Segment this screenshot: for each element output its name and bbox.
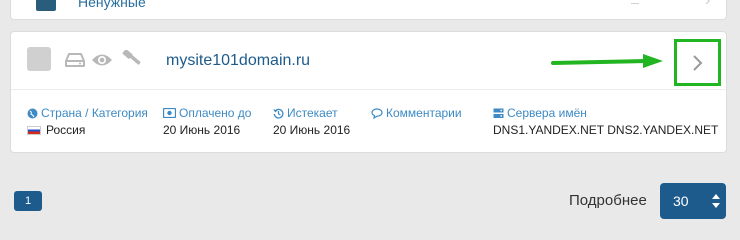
chevron-right-icon xyxy=(692,54,702,71)
previous-domain-card: Ненужные › xyxy=(10,0,727,20)
globe-icon xyxy=(27,108,38,118)
select-checkbox[interactable] xyxy=(27,47,51,71)
status-mark-icon xyxy=(631,0,639,4)
chevron-right-icon[interactable]: › xyxy=(705,0,710,10)
history-icon xyxy=(273,108,284,119)
expires-field: Истекает 20 Июнь 2016 xyxy=(273,106,350,137)
per-page-select[interactable]: 30 xyxy=(660,183,726,219)
expires-value: 20 Июнь 2016 xyxy=(273,123,351,137)
country-category-field: Страна / Категория Россия xyxy=(27,106,148,137)
name-servers-label[interactable]: Сервера имён xyxy=(507,106,587,120)
comment-icon xyxy=(371,107,383,119)
per-page-label: Подробнее xyxy=(569,192,647,209)
domain-name-link[interactable]: mysite101domain.ru xyxy=(166,52,310,70)
domain-card: mysite101domain.ru Страна / Категория Ро… xyxy=(10,31,727,153)
pagination-page-button[interactable]: 1 xyxy=(14,191,42,211)
expires-label[interactable]: Истекает xyxy=(287,106,338,120)
gavel-icon[interactable] xyxy=(120,50,142,70)
paid-until-value: 20 Июнь 2016 xyxy=(163,123,241,137)
server-icon xyxy=(493,108,504,118)
folder-icon xyxy=(36,0,56,11)
previous-card-label[interactable]: Ненужные xyxy=(78,0,146,10)
name-servers-value: DNS1.YANDEX.NET DNS2.YANDEX.NET xyxy=(493,123,719,137)
spinner-arrows-icon xyxy=(712,194,720,208)
drive-icon[interactable] xyxy=(65,50,85,70)
russia-flag-icon xyxy=(27,125,41,135)
per-page-value: 30 xyxy=(673,193,689,209)
country-category-label[interactable]: Страна / Категория xyxy=(41,106,148,120)
open-domain-button[interactable] xyxy=(674,39,721,86)
paid-until-field: Оплачено до 20 Июнь 2016 xyxy=(163,106,251,137)
card-divider xyxy=(11,89,726,90)
country-value: Россия xyxy=(46,123,86,137)
eye-icon[interactable] xyxy=(91,50,113,70)
name-servers-field: Сервера имён DNS1.YANDEX.NET DNS2.YANDEX… xyxy=(493,106,718,137)
money-icon xyxy=(163,108,176,118)
comments-field: Комментарии xyxy=(371,106,462,123)
comments-label[interactable]: Комментарии xyxy=(386,106,462,120)
paid-until-label[interactable]: Оплачено до xyxy=(179,106,251,120)
green-arrow-annotation xyxy=(551,54,663,68)
